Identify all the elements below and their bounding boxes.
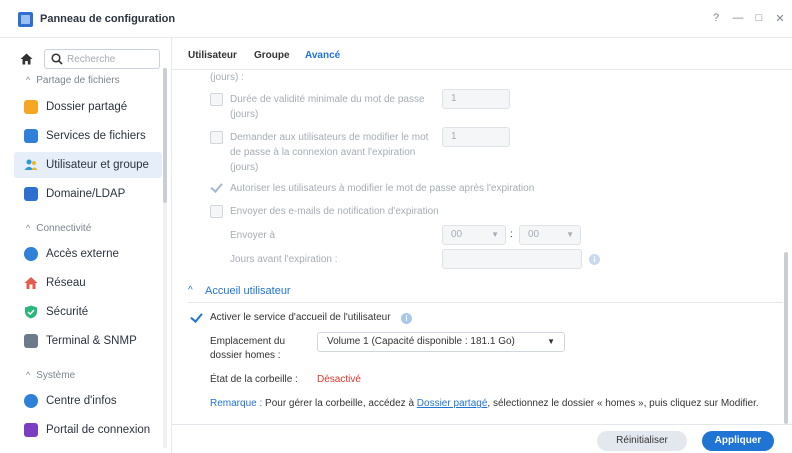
send-at-minute-select[interactable]: 00 ▼ xyxy=(519,225,581,245)
shared-folder-link[interactable]: Dossier partagé xyxy=(417,398,488,409)
ask-change-label-1: Demander aux utilisateurs de modifier le… xyxy=(230,132,429,143)
ask-change-checkbox[interactable] xyxy=(210,131,223,144)
chevron-up-icon: ^ xyxy=(188,285,193,296)
apply-button[interactable]: Appliquer xyxy=(702,431,774,451)
folder-icon xyxy=(24,100,38,114)
sidebar-item-domain-ldap[interactable]: Domaine/LDAP xyxy=(14,181,162,207)
home-location-label-1: Emplacement du xyxy=(210,336,286,347)
tab-group[interactable]: Groupe xyxy=(254,50,290,61)
sidebar-item-file-services[interactable]: Services de fichiers xyxy=(14,123,162,149)
title-bar: Panneau de configuration ? — □ ✕ xyxy=(0,0,792,38)
time-separator: : xyxy=(510,229,513,240)
days-before-input[interactable] xyxy=(442,249,582,269)
min-validity-label: Durée de validité minimale du mot de pas… xyxy=(230,94,425,105)
search-icon xyxy=(51,53,63,65)
window-title: Panneau de configuration xyxy=(40,13,176,25)
tab-user[interactable]: Utilisateur xyxy=(188,50,237,61)
enable-home-label: Activer le service d'accueil de l'utilis… xyxy=(210,312,391,323)
caret-down-icon: ▼ xyxy=(547,337,555,346)
file-services-icon xyxy=(24,129,38,143)
chevron-up-icon: ^ xyxy=(26,223,31,233)
caret-down-icon: ▼ xyxy=(566,230,574,239)
days-before-label: Jours avant l'expiration : xyxy=(230,254,338,265)
note-line: Remarque : Pour gérer la corbeille, accé… xyxy=(210,398,759,409)
sidebar-item-security[interactable]: Sécurité xyxy=(14,299,162,325)
home-button[interactable] xyxy=(14,49,38,69)
minimize-icon[interactable]: — xyxy=(731,12,745,24)
login-portal-icon xyxy=(24,423,38,437)
content-scrollbar[interactable] xyxy=(784,252,788,424)
note-prefix: Remarque : xyxy=(210,398,263,409)
allow-change-label: Autoriser les utilisateurs à modifier le… xyxy=(230,183,535,194)
note-text-2: , sélectionnez le dossier « homes », pui… xyxy=(487,398,759,409)
ask-change-unit: (jours) xyxy=(230,162,259,173)
search-box[interactable] xyxy=(44,49,160,69)
settings-content: (jours) : Durée de validité minimale du … xyxy=(172,71,792,433)
sidebar: ^Partage de fichiers Dossier partagé Ser… xyxy=(0,38,172,453)
footer: Réinitialiser Appliquer xyxy=(172,424,792,453)
min-validity-unit: (jours) xyxy=(230,109,259,120)
info-icon[interactable]: i xyxy=(401,313,412,324)
home-icon xyxy=(20,53,32,65)
terminal-icon xyxy=(24,334,38,348)
tab-advanced[interactable]: Avancé xyxy=(305,50,340,61)
recycle-bin-label: État de la corbeille : xyxy=(210,374,298,385)
reset-button[interactable]: Réinitialiser xyxy=(597,431,687,451)
note-text-1: Pour gérer la corbeille, accédez à xyxy=(265,398,415,409)
allow-change-checkbox[interactable] xyxy=(210,181,223,194)
maximize-icon[interactable]: □ xyxy=(752,12,766,24)
search-input[interactable] xyxy=(67,52,155,67)
recycle-bin-status: Désactivé xyxy=(317,374,361,385)
close-icon[interactable]: ✕ xyxy=(773,12,787,25)
section-header-system[interactable]: ^ Système xyxy=(26,370,75,381)
sidebar-item-login-portal[interactable]: Portail de connexion xyxy=(14,417,162,443)
ask-change-input[interactable]: 1 xyxy=(442,127,510,147)
sidebar-item-external-access[interactable]: Accès externe xyxy=(14,241,162,267)
info-center-icon xyxy=(24,394,38,408)
send-at-label: Envoyer à xyxy=(230,230,276,241)
domain-icon xyxy=(24,187,38,201)
user-home-section-header[interactable]: ^ Accueil utilisateur xyxy=(188,285,783,303)
send-at-hour-select[interactable]: 00 ▼ xyxy=(442,225,506,245)
min-validity-input[interactable]: 1 xyxy=(442,89,510,109)
network-home-icon xyxy=(24,277,38,289)
min-validity-checkbox[interactable] xyxy=(210,93,223,106)
email-notify-label: Envoyer des e-mails de notification d'ex… xyxy=(230,206,439,217)
chevron-up-icon: ^ xyxy=(26,370,31,380)
email-notify-checkbox[interactable] xyxy=(210,205,223,218)
shield-icon xyxy=(25,305,37,319)
sidebar-item-user-group[interactable]: Utilisateur et groupe xyxy=(14,152,162,178)
sidebar-item-terminal-snmp[interactable]: Terminal & SNMP xyxy=(14,328,162,354)
sidebar-item-info-center[interactable]: Centre d'infos xyxy=(14,388,162,414)
enable-home-checkbox[interactable] xyxy=(190,311,203,324)
sidebar-scrollbar[interactable] xyxy=(163,68,167,448)
home-location-label-2: dossier homes : xyxy=(210,350,281,361)
sidebar-scrollbar-thumb[interactable] xyxy=(163,68,167,203)
ask-change-label-2: de passe à la connexion avant l'expirati… xyxy=(230,147,416,158)
chevron-up-icon: ^ xyxy=(26,75,31,85)
section-header-file-sharing[interactable]: ^ Partage de fichiers xyxy=(26,75,120,86)
control-panel-icon xyxy=(18,12,33,27)
home-location-select[interactable]: Volume 1 (Capacité disponible : 181.1 Go… xyxy=(317,332,565,352)
sidebar-item-network[interactable]: Réseau xyxy=(14,270,162,296)
caret-down-icon: ▼ xyxy=(491,230,499,239)
users-icon xyxy=(24,159,38,170)
external-access-icon xyxy=(24,247,38,261)
info-icon[interactable]: i xyxy=(589,254,600,265)
partial-label: (jours) : xyxy=(210,72,244,83)
help-icon[interactable]: ? xyxy=(709,12,723,24)
section-header-connectivity[interactable]: ^ Connectivité xyxy=(26,223,91,234)
sidebar-item-shared-folder[interactable]: Dossier partagé xyxy=(14,94,162,120)
tab-bar: Utilisateur Groupe Avancé xyxy=(172,38,792,70)
